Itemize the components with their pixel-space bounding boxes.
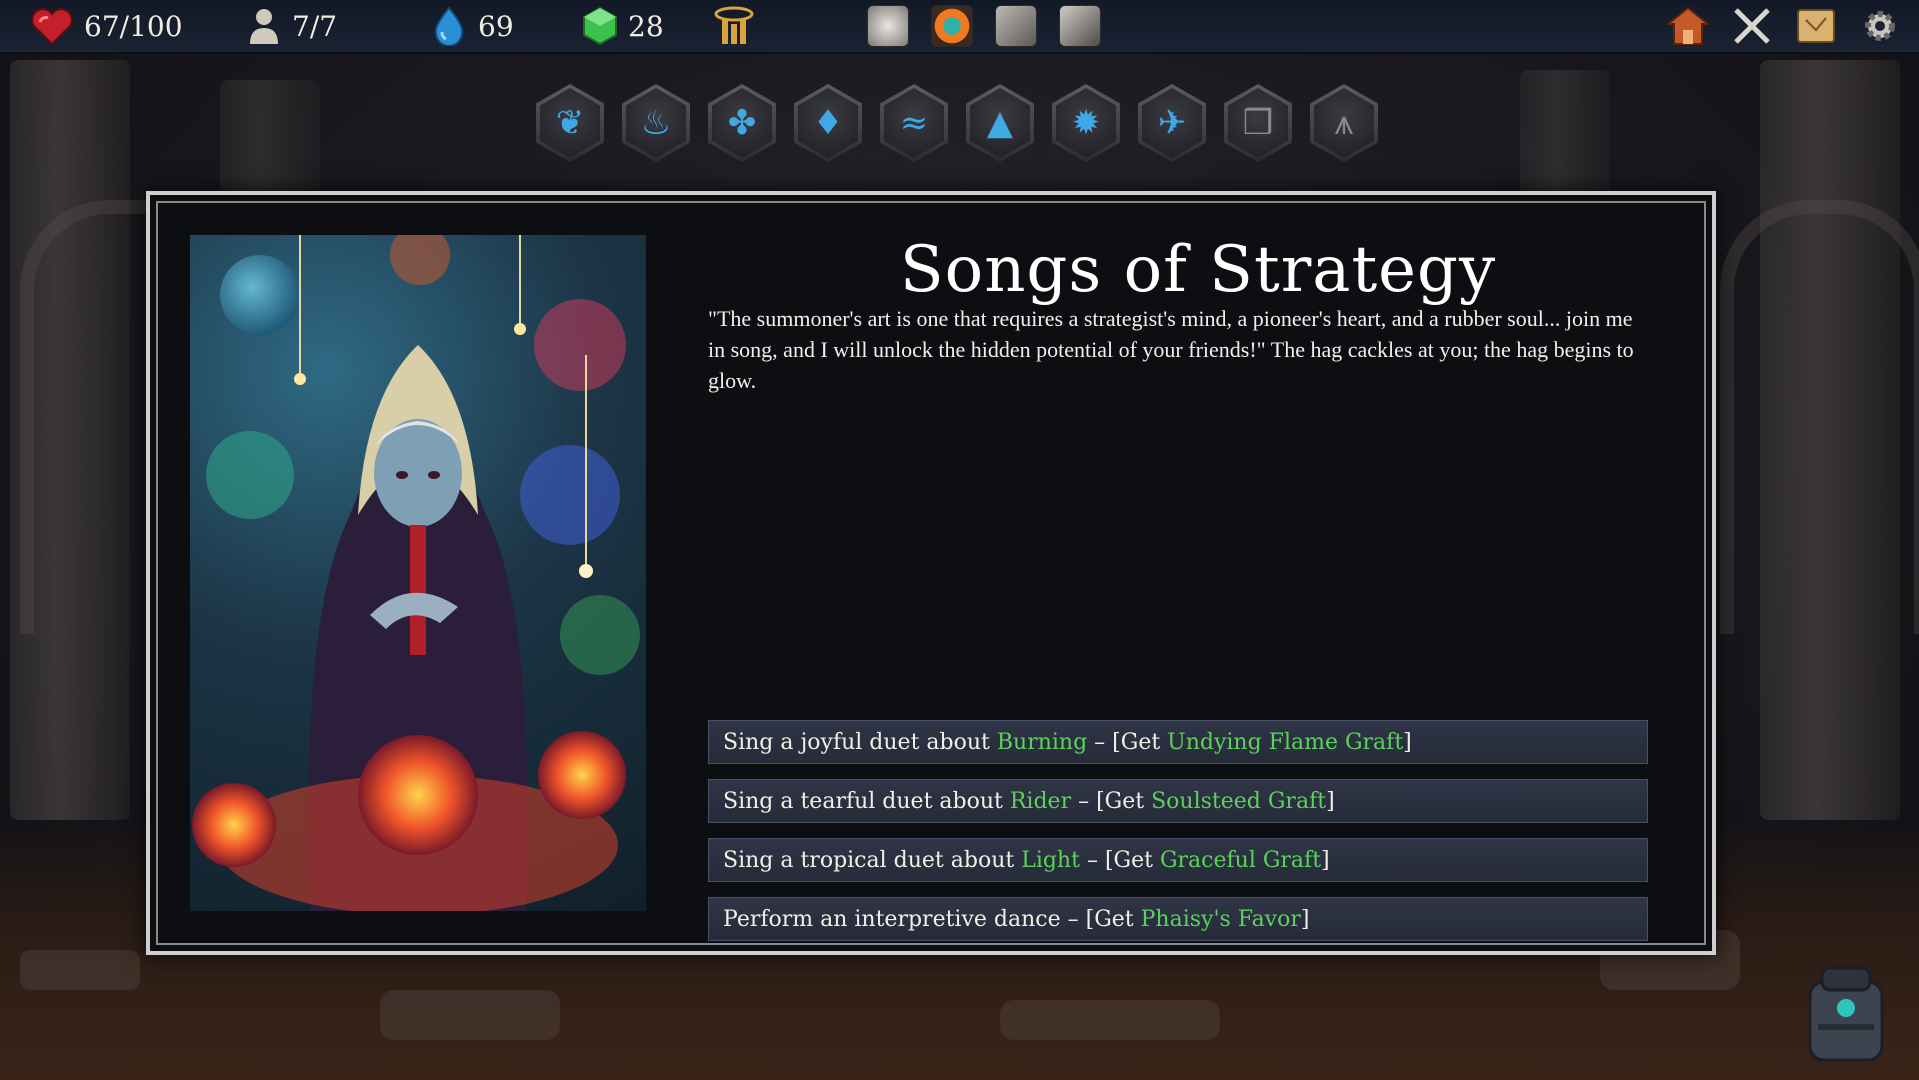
rune-skill-icon: ⩚ xyxy=(1334,103,1354,143)
water-drop-icon xyxy=(434,6,464,46)
skill-bar: ❦ ♨ ✤ ♦ ≈ ▲ ✹ ✈ ❒ ⩚ xyxy=(536,84,1378,162)
party-stat: 7/7 xyxy=(246,8,337,44)
skill-slot[interactable]: ▲ xyxy=(966,84,1034,162)
ruin-arch-right xyxy=(1720,200,1919,634)
choice-bracket: ] xyxy=(1403,729,1412,755)
choice-text: Perform an interpretive dance xyxy=(723,906,1061,932)
map-icon[interactable] xyxy=(1794,6,1838,46)
triquetra-skill-icon: ✤ xyxy=(727,103,757,143)
water-skill-icon: ♦ xyxy=(812,103,844,143)
skill-slot[interactable]: ♨ xyxy=(622,84,690,162)
health-value: 67/100 xyxy=(84,9,183,43)
skill-slot[interactable]: ⩚ xyxy=(1310,84,1378,162)
party-value: 7/7 xyxy=(292,9,338,43)
home-icon[interactable] xyxy=(1665,6,1711,46)
green-gem-icon xyxy=(583,6,617,46)
choice-get-label: – [Get xyxy=(1087,729,1168,755)
altar-icon[interactable] xyxy=(712,4,756,48)
bird-skill-icon: ✈ xyxy=(1157,103,1187,143)
relic-a-icon[interactable] xyxy=(1058,4,1102,48)
choice-text: Sing a joyful duet about xyxy=(723,729,997,755)
skill-slot[interactable]: ✈ xyxy=(1138,84,1206,162)
fire-skill-icon: ♨ xyxy=(640,103,672,143)
skill-slot[interactable]: ❒ xyxy=(1224,84,1292,162)
person-icon xyxy=(250,9,278,44)
choice-get-label: – [Get xyxy=(1060,906,1141,932)
top-hud: 67/100 7/7 69 28 xyxy=(0,0,1919,54)
choice-reward: Soulsteed Graft xyxy=(1151,788,1327,814)
choice-reward: Undying Flame Graft xyxy=(1167,729,1404,755)
rubble xyxy=(1000,1000,1220,1040)
relic-helm-icon[interactable] xyxy=(994,4,1038,48)
choice-text: Sing a tropical duet about xyxy=(723,847,1022,873)
choice-topic: Rider xyxy=(1009,788,1072,814)
choice-text: Sing a tearful duet about xyxy=(723,788,1010,814)
choice-topic: Burning xyxy=(996,729,1088,755)
rubble xyxy=(20,950,140,990)
skill-slot[interactable]: ❦ xyxy=(536,84,604,162)
settings-gear-icon[interactable] xyxy=(1858,6,1902,46)
heart-icon xyxy=(31,8,73,46)
relic-eye-icon[interactable] xyxy=(930,4,974,48)
sun-skill-icon: ✹ xyxy=(1071,103,1101,143)
event-title: Songs of Strategy xyxy=(899,233,1497,307)
book-skill-icon: ❒ xyxy=(1242,103,1274,143)
choice-bracket: ] xyxy=(1326,788,1335,814)
event-panel: Songs of Strategy "The summoner's art is… xyxy=(146,191,1716,955)
choice-topic: Light xyxy=(1021,847,1080,873)
choice-get-label: – [Get xyxy=(1079,847,1160,873)
skill-slot[interactable]: ✹ xyxy=(1052,84,1120,162)
choice-bracket: ] xyxy=(1321,847,1330,873)
skill-slot[interactable]: ≈ xyxy=(880,84,948,162)
choice-reward: Graceful Graft xyxy=(1159,847,1322,873)
choice-get-label: – [Get xyxy=(1071,788,1152,814)
crossed-tools-icon[interactable] xyxy=(1730,6,1774,46)
backpack-icon[interactable] xyxy=(1800,964,1892,1064)
relic-gear-icon[interactable] xyxy=(866,4,910,48)
rubble xyxy=(380,990,560,1040)
skill-slot[interactable]: ✤ xyxy=(708,84,776,162)
skill-slot[interactable]: ♦ xyxy=(794,84,862,162)
choice-button-3[interactable]: Sing a tropical duet about Light – [Get … xyxy=(708,838,1648,882)
choice-button-2[interactable]: Sing a tearful duet about Rider – [Get S… xyxy=(708,779,1648,823)
wave-skill-icon: ≈ xyxy=(899,103,929,143)
health-stat: 67/100 xyxy=(30,8,183,46)
gem-stat: 28 xyxy=(582,6,664,46)
choice-button-4[interactable]: Perform an interpretive dance – [Get Pha… xyxy=(708,897,1648,941)
choice-bracket: ] xyxy=(1300,906,1310,932)
mana-stat: 69 xyxy=(430,6,514,46)
gem-value: 28 xyxy=(628,9,664,43)
leaf-skill-icon: ❦ xyxy=(555,103,585,143)
choice-reward: Phaisy's Favor xyxy=(1140,906,1301,932)
choice-button-1[interactable]: Sing a joyful duet about Burning – [Get … xyxy=(708,720,1648,764)
hag-portrait xyxy=(190,235,646,911)
mana-value: 69 xyxy=(478,9,514,43)
event-description: "The summoner's art is one that requires… xyxy=(708,306,1634,393)
hat-skill-icon: ▲ xyxy=(986,103,1014,143)
